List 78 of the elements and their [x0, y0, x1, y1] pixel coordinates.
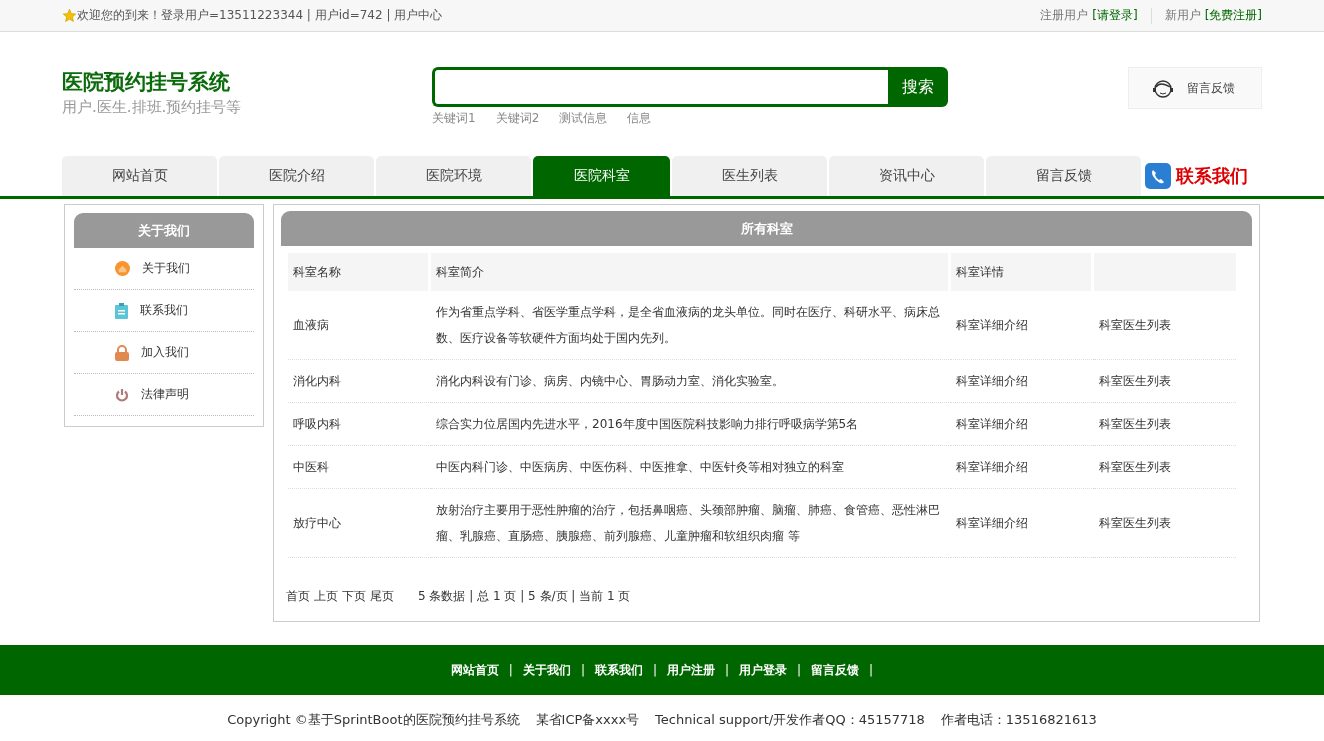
- star-icon: [62, 8, 77, 23]
- register-prompt: 新用户: [1164, 7, 1201, 24]
- lock-icon: [115, 344, 129, 361]
- pager-link[interactable]: 尾页: [370, 588, 394, 605]
- clipboard-icon: [115, 302, 128, 319]
- table-cell: 综合实力位居国内先进水平，2016年度中国医院科技影响力排行呼吸病学第5名: [431, 403, 951, 446]
- sidebar-item[interactable]: 关于我们: [74, 248, 254, 290]
- search-button[interactable]: 搜索: [888, 67, 948, 107]
- search-field[interactable]: [432, 67, 888, 107]
- doctor-list-link[interactable]: 科室医生列表: [1099, 318, 1171, 332]
- column-header: 科室详情: [951, 253, 1094, 291]
- home-icon: [115, 261, 130, 276]
- phone-icon: [1145, 163, 1171, 189]
- feedback-button[interactable]: 留言反馈: [1128, 67, 1262, 109]
- register-link[interactable]: [免费注册]: [1204, 7, 1262, 24]
- copyright-text: Copyright ©基于SprintBoot的医院预约挂号系统: [227, 710, 520, 729]
- doctor-list-link[interactable]: 科室医生列表: [1099, 460, 1171, 474]
- nav-tab[interactable]: 医院环境: [376, 156, 531, 196]
- login-link[interactable]: [请登录]: [1092, 7, 1138, 24]
- nav-tab[interactable]: 网站首页: [62, 156, 217, 196]
- footer-separator: |: [652, 663, 657, 677]
- table-cell: 作为省重点学科、省医学重点学科，是全省血液病的龙头单位。同时在医疗、科研水平、病床总数、医疗设备等软硬件方面均处于国内先列。: [431, 291, 951, 360]
- nav-tab[interactable]: 医生列表: [672, 156, 827, 196]
- keyword-link[interactable]: 信息: [627, 110, 652, 127]
- site-title: 医院预约挂号系统: [62, 69, 231, 96]
- footer-link[interactable]: 用户注册: [667, 661, 715, 679]
- table-cell: 中医科: [288, 446, 431, 489]
- nav-tab[interactable]: 资讯中心: [829, 156, 984, 196]
- detail-link[interactable]: 科室详细介绍: [956, 516, 1028, 530]
- pager-link[interactable]: 下页: [342, 588, 366, 605]
- table-cell: 消化内科设有门诊、病房、内镜中心、胃肠动力室、消化实验室。: [431, 360, 951, 403]
- doctor-list-link[interactable]: 科室医生列表: [1099, 374, 1171, 388]
- table-cell: 中医内科门诊、中医病房、中医伤科、中医推拿、中医针灸等相对独立的科室: [431, 446, 951, 489]
- footer-separator: |: [508, 663, 513, 677]
- footer-link[interactable]: 用户登录: [739, 661, 788, 679]
- table-cell: 呼吸内科: [288, 403, 431, 446]
- table-cell: 消化内科: [288, 360, 431, 403]
- footer-link[interactable]: 关于我们: [522, 661, 571, 679]
- panel-header: 所有科室: [281, 211, 1252, 246]
- footer-separator: |: [580, 663, 585, 677]
- footer-link[interactable]: 联系我们: [594, 661, 643, 679]
- pager-info: 5 条数据 | 总 1 页 | 5 条/页 | 当前 1 页: [418, 588, 631, 605]
- sidebar-header: 关于我们: [74, 213, 254, 248]
- table-cell: 血液病: [288, 291, 431, 360]
- site-subtitle: 用户.医生.排班.预约挂号等: [62, 98, 243, 117]
- sidebar-item[interactable]: 联系我们: [74, 290, 254, 332]
- contact-link[interactable]: 联系我们: [1145, 156, 1248, 196]
- sidebar-item[interactable]: 加入我们: [74, 332, 254, 374]
- support-text: Technical support/开发作者QQ：45157718: [655, 710, 925, 729]
- login-prompt: 注册用户: [1040, 7, 1089, 24]
- detail-link[interactable]: 科室详细介绍: [956, 318, 1028, 332]
- table-cell: 放疗中心: [288, 489, 431, 558]
- doctor-list-link[interactable]: 科室医生列表: [1099, 417, 1171, 431]
- nav-tab[interactable]: 医院科室: [533, 156, 670, 196]
- power-icon: [115, 387, 129, 402]
- detail-link[interactable]: 科室详细介绍: [956, 460, 1028, 474]
- column-header: 科室简介: [431, 253, 951, 291]
- footer-link[interactable]: 留言反馈: [811, 661, 860, 679]
- sidebar-item[interactable]: 法律声明: [74, 374, 254, 416]
- nav-tab[interactable]: 医院介绍: [219, 156, 374, 196]
- table-cell: 放射治疗主要用于恶性肿瘤的治疗，包括鼻咽癌、头颈部肿瘤、脑瘤、肺癌、食管癌、恶性淋巴瘤、乳腺癌、直肠癌、胰腺癌、前列腺癌、儿童肿瘤和软组织肉瘤 等: [431, 489, 951, 558]
- keyword-link[interactable]: 关键词1: [432, 110, 476, 127]
- pager-link[interactable]: 上页: [314, 588, 338, 605]
- welcome-text: 欢迎您的到来！登录用户=13511223344 | 用户id=742 | 用户中心: [77, 7, 443, 24]
- detail-link[interactable]: 科室详细介绍: [956, 374, 1028, 388]
- column-header: 科室名称: [288, 253, 431, 291]
- footer-separator: |: [797, 663, 802, 677]
- keyword-link[interactable]: 测试信息: [559, 110, 608, 127]
- footer-separator: |: [725, 663, 730, 677]
- icp-text: 某省ICP备xxxx号: [535, 710, 640, 729]
- footer-separator: |: [869, 663, 874, 677]
- keyword-link[interactable]: 关键词2: [495, 110, 540, 127]
- doctor-list-link[interactable]: 科室医生列表: [1099, 516, 1171, 530]
- nav-tab[interactable]: 留言反馈: [986, 156, 1141, 196]
- footer-link[interactable]: 网站首页: [450, 661, 499, 679]
- pager-link[interactable]: 首页: [286, 588, 310, 605]
- phone-text: 作者电话：13516821613: [940, 710, 1097, 729]
- detail-link[interactable]: 科室详细介绍: [956, 417, 1028, 431]
